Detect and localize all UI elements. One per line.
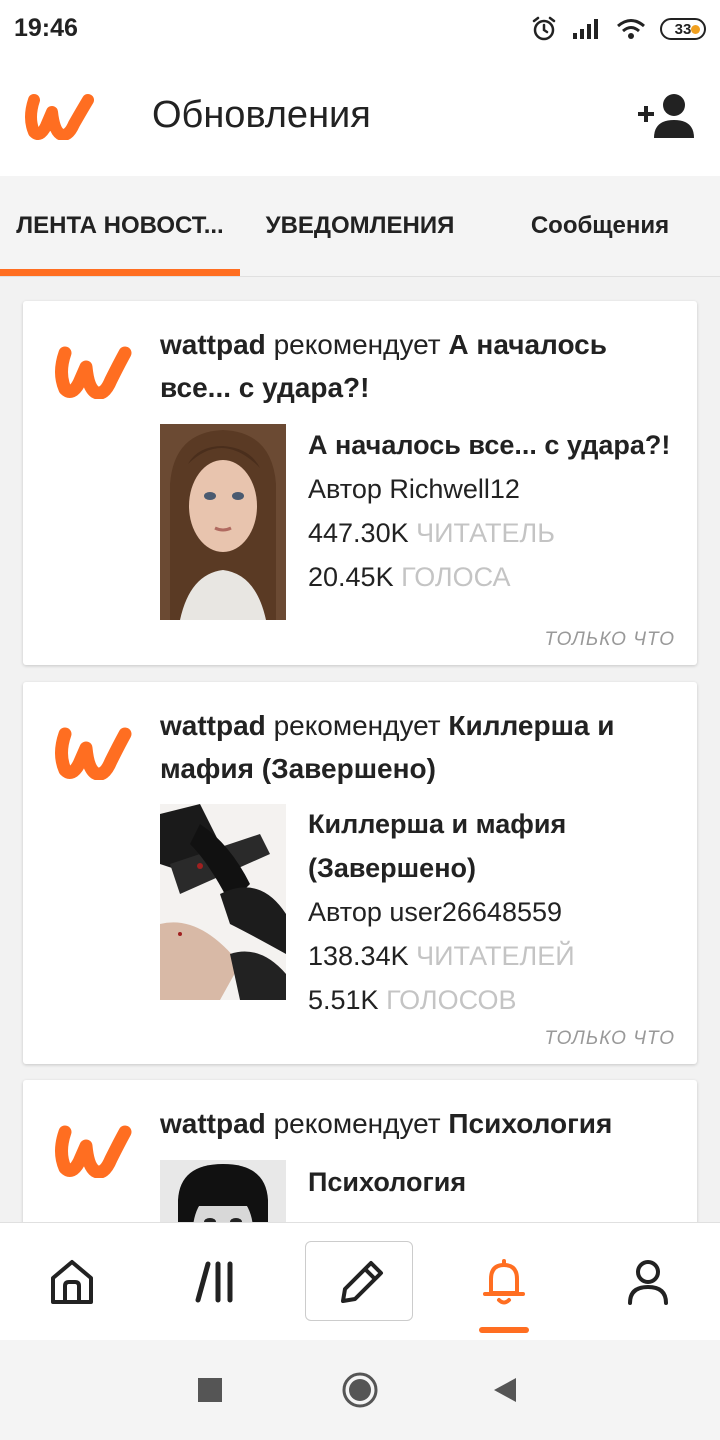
wattpad-logo-icon: [55, 727, 132, 780]
story-cover[interactable]: [160, 804, 286, 1000]
votes-value: 5.51K: [308, 985, 379, 1015]
wifi-icon: [617, 19, 645, 39]
action-verb: рекомендует: [273, 1108, 441, 1139]
story-title-line-1[interactable]: Киллерша и мафия: [308, 802, 688, 846]
battery-icon: 33: [660, 18, 706, 40]
wattpad-logo-icon[interactable]: [24, 88, 94, 140]
story-cover[interactable]: [160, 424, 286, 620]
bottom-nav: [0, 1222, 720, 1341]
post-time: ТОЛЬКО ЧТО: [544, 1028, 675, 1049]
story-reads: 138.34K ЧИТАТЕЛЕЙ: [308, 934, 688, 978]
card-headline: wattpad рекомендует Киллерша и мафия (За…: [160, 704, 670, 790]
nav-library[interactable]: [144, 1223, 288, 1341]
reads-value: 138.34K: [308, 941, 409, 971]
tab-active-indicator: [0, 269, 240, 276]
status-icons: 33: [530, 12, 706, 46]
story-author[interactable]: Автор Richwell12: [308, 467, 688, 511]
home-button[interactable]: [310, 1340, 410, 1440]
votes-value: 20.45K: [308, 562, 394, 592]
story-title-line-2[interactable]: (Завершено): [308, 846, 688, 890]
nav-active-indicator: [479, 1327, 529, 1333]
feed-card[interactable]: wattpad рекомендует Киллерша и мафия (За…: [23, 682, 697, 1064]
action-verb: рекомендует: [273, 329, 441, 360]
story-info: Киллерша и мафия (Завершено) Автор user2…: [308, 802, 688, 1022]
feed-card[interactable]: wattpad рекомендует Психология Психологи…: [23, 1080, 697, 1222]
recent-apps-button[interactable]: [160, 1340, 260, 1440]
source-name[interactable]: wattpad: [160, 329, 266, 360]
story-votes: 5.51K ГОЛОСОВ: [308, 978, 688, 1022]
alarm-icon: [532, 16, 556, 41]
source-name[interactable]: wattpad: [160, 710, 266, 741]
post-time: ТОЛЬКО ЧТО: [544, 629, 675, 650]
card-headline: wattpad рекомендует Психология: [160, 1102, 670, 1145]
story-votes: 20.45K ГОЛОСА: [308, 555, 688, 599]
signal-icon: [573, 19, 598, 39]
card-headline: wattpad рекомендует А началось все... с …: [160, 323, 670, 409]
nav-notifications[interactable]: [432, 1223, 576, 1341]
story-cover[interactable]: [160, 1160, 286, 1222]
votes-label: ГОЛОСОВ: [386, 985, 517, 1015]
library-icon: [195, 1261, 233, 1303]
profile-icon: [628, 1260, 668, 1305]
nav-write[interactable]: [305, 1241, 413, 1321]
tab-bar: ЛЕНТА НОВОСТ... УВЕДОМЛЕНИЯ Сообщения: [0, 176, 720, 277]
square-icon: [198, 1378, 222, 1402]
status-bar: 19:46 33: [0, 0, 720, 58]
story-info: А началось все... с удара?! Автор Richwe…: [308, 423, 688, 599]
app-bar: Обновления: [0, 58, 720, 176]
votes-label: ГОЛОСА: [401, 562, 511, 592]
reads-label: ЧИТАТЕЛЕЙ: [416, 941, 575, 971]
news-feed: wattpad рекомендует А началось все... с …: [0, 277, 720, 1222]
notifications-icon: [483, 1259, 525, 1305]
system-nav-bar: [0, 1340, 720, 1440]
nav-profile[interactable]: [576, 1223, 720, 1341]
story-title[interactable]: Психология: [308, 1160, 688, 1204]
circle-icon: [342, 1372, 378, 1408]
nav-home[interactable]: [0, 1223, 144, 1341]
reads-label: ЧИТАТЕЛЬ: [416, 518, 555, 548]
wattpad-logo-icon: [55, 1125, 132, 1178]
back-triangle-icon: [494, 1378, 516, 1402]
page-title: Обновления: [152, 94, 371, 136]
story-info: Психология: [308, 1160, 688, 1204]
home-icon: [51, 1260, 93, 1304]
write-icon: [341, 1261, 383, 1303]
story-link[interactable]: Психология: [448, 1108, 612, 1139]
add-user-icon[interactable]: [638, 92, 696, 138]
story-author[interactable]: Автор user26648559: [308, 890, 688, 934]
reads-value: 447.30K: [308, 518, 409, 548]
story-title[interactable]: А началось все... с удара?!: [308, 423, 688, 467]
status-time: 19:46: [14, 14, 78, 42]
story-reads: 447.30K ЧИТАТЕЛЬ: [308, 511, 688, 555]
tab-news-feed[interactable]: ЛЕНТА НОВОСТ...: [0, 176, 240, 276]
feed-card[interactable]: wattpad рекомендует А началось все... с …: [23, 301, 697, 665]
wattpad-logo-icon: [55, 346, 132, 399]
tab-notifications[interactable]: УВЕДОМЛЕНИЯ: [240, 176, 480, 276]
source-name[interactable]: wattpad: [160, 1108, 266, 1139]
action-verb: рекомендует: [273, 710, 441, 741]
tab-messages[interactable]: Сообщения: [480, 176, 720, 276]
battery-level: 33: [674, 20, 692, 38]
back-button[interactable]: [455, 1340, 555, 1440]
